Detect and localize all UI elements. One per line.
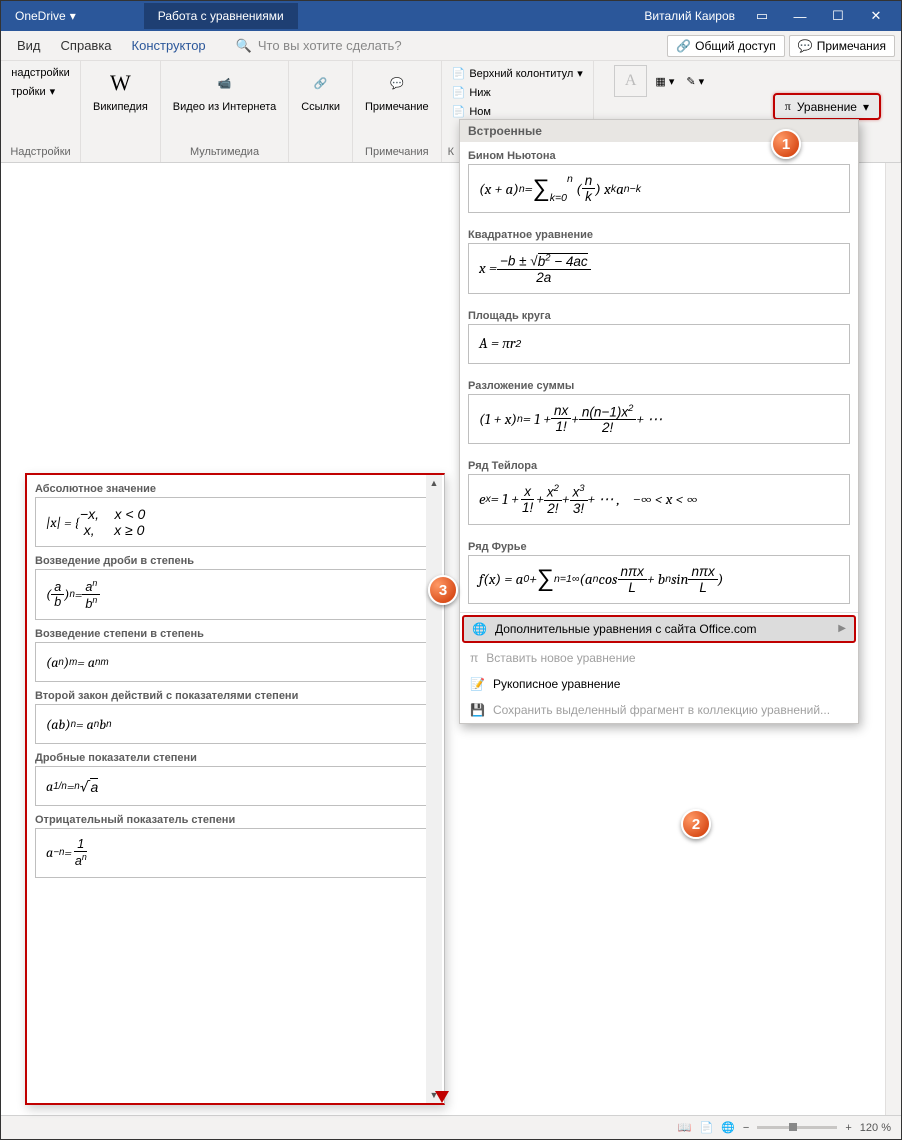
- zoom-value[interactable]: 120 %: [860, 1122, 891, 1134]
- title-bar: OneDrive ▾ Работа с уравнениями Виталий …: [1, 1, 901, 31]
- subitem-fracpow[interactable]: Возведение дроби в степень (ab)n = anbn: [35, 547, 436, 620]
- comments-button[interactable]: 💬 Примечания: [789, 35, 895, 57]
- zoom-in-button[interactable]: +: [845, 1122, 851, 1134]
- red-arrow-down-icon: [435, 1091, 449, 1103]
- badge-1: 1: [771, 129, 801, 159]
- pi-icon: π: [470, 651, 478, 665]
- equation-item-binom[interactable]: Бином Ньютона (x + a)n = ∑k=0n (nk) xkan…: [460, 142, 858, 221]
- save-icon: 💾: [470, 703, 485, 717]
- share-button[interactable]: 🔗 Общий доступ: [667, 35, 785, 57]
- comment-icon: 💬: [798, 39, 813, 53]
- equation-item-fourier[interactable]: Ряд Фурье f(x) = a0 + ∑n=1∞ (an cosnπxL …: [460, 533, 858, 612]
- onedrive-menu[interactable]: OneDrive ▾: [7, 5, 84, 27]
- quick-parts-button[interactable]: ▦ ▾: [651, 73, 678, 90]
- wikipedia-icon: W: [104, 67, 136, 99]
- footer-button[interactable]: 📄 Ниж: [448, 84, 587, 101]
- addins-button[interactable]: надстройки: [7, 65, 74, 81]
- page-number-button[interactable]: 📄 Ном: [448, 103, 587, 120]
- text-box-button[interactable]: A: [614, 65, 648, 97]
- video-icon: 📹: [209, 67, 241, 99]
- search-placeholder: Что вы хотите сделать?: [258, 38, 402, 53]
- status-bar: 📖 📄 🌐 − + 120 %: [1, 1115, 901, 1139]
- submenu-scrollbar[interactable]: ▲ ▼: [426, 475, 442, 1103]
- equation-item-taylor[interactable]: Ряд Тейлора ex = 1 + x1! + x22! + x33! +…: [460, 452, 858, 533]
- subitem-abs[interactable]: Абсолютное значение |x| = { −x, x < 0 x,…: [35, 475, 436, 547]
- equation-item-sumexp[interactable]: Разложение суммы (1 + x)n = 1 + nx1! + n…: [460, 372, 858, 453]
- maximize-button[interactable]: ☐: [819, 1, 857, 31]
- save-to-gallery[interactable]: 💾 Сохранить выделенный фрагмент в коллек…: [460, 697, 858, 723]
- pi-icon: π: [785, 99, 791, 114]
- zoom-slider[interactable]: [757, 1126, 837, 1129]
- subitem-fracexp[interactable]: Дробные показатели степени a1/n = n√a: [35, 744, 436, 806]
- addins-button-2[interactable]: тройки ▾: [7, 83, 74, 100]
- links-button[interactable]: 🔗 Ссылки: [295, 65, 346, 115]
- tab-view[interactable]: Вид: [7, 34, 51, 57]
- ribbon-options-button[interactable]: ▭: [743, 1, 781, 31]
- close-button[interactable]: ✕: [857, 1, 895, 31]
- comment-icon: 💬: [381, 67, 413, 99]
- link-icon: 🔗: [305, 67, 337, 99]
- subitem-prodpow[interactable]: Второй закон действий с показателями сте…: [35, 682, 436, 744]
- equation-button[interactable]: π Уравнение ▾: [773, 93, 881, 120]
- ink-equation[interactable]: 📝 Рукописное уравнение: [460, 671, 858, 697]
- zoom-out-button[interactable]: −: [743, 1122, 749, 1134]
- chevron-down-icon: ▾: [863, 100, 869, 114]
- insert-new-equation[interactable]: π Вставить новое уравнение: [460, 645, 858, 671]
- chevron-down-icon: ▾: [70, 9, 76, 23]
- view-web-icon[interactable]: 🌐: [721, 1121, 735, 1134]
- online-video-button[interactable]: 📹 Видео из Интернета: [167, 65, 282, 115]
- tab-constructor[interactable]: Конструктор: [122, 34, 216, 57]
- equation-item-circle[interactable]: Площадь круга A = πr2: [460, 302, 858, 372]
- equation-tools-tab[interactable]: Работа с уравнениями: [144, 3, 298, 29]
- comment-button[interactable]: 💬 Примечание: [359, 65, 435, 115]
- wikipedia-button[interactable]: W Википедия: [87, 65, 154, 115]
- equation-dropdown: Встроенные Бином Ньютона (x + a)n = ∑k=0…: [459, 119, 859, 724]
- menu-bar: Вид Справка Конструктор 🔍 Что вы хотите …: [1, 31, 901, 61]
- document-scrollbar[interactable]: [885, 163, 901, 1115]
- view-print-icon[interactable]: 📄: [700, 1121, 714, 1134]
- scroll-up-icon[interactable]: ▲: [426, 475, 442, 491]
- more-equations-office[interactable]: 🌐 Дополнительные уравнения с сайта Offic…: [462, 615, 856, 643]
- minimize-button[interactable]: —: [781, 1, 819, 31]
- search-icon: 🔍: [236, 38, 252, 54]
- tell-me-search[interactable]: 🔍 Что вы хотите сделать?: [216, 38, 664, 54]
- globe-icon: 🌐: [472, 622, 487, 636]
- tab-help[interactable]: Справка: [51, 34, 122, 57]
- view-read-icon[interactable]: 📖: [678, 1121, 692, 1134]
- badge-3: 3: [428, 575, 458, 605]
- header-button[interactable]: 📄 Верхний колонтитул ▾: [448, 65, 587, 82]
- subitem-negexp[interactable]: Отрицательный показатель степени a−n = 1…: [35, 806, 436, 877]
- share-icon: 🔗: [676, 39, 691, 53]
- subitem-powpow[interactable]: Возведение степени в степень (an)m = anm: [35, 620, 436, 682]
- chevron-right-icon: ▶: [838, 623, 846, 634]
- equation-item-quadratic[interactable]: Квадратное уравнение x = −b ± √b2 − 4ac2…: [460, 221, 858, 302]
- group-addins-label: Надстройки: [10, 144, 70, 160]
- signature-button[interactable]: ✎ ▾: [682, 73, 708, 90]
- badge-2: 2: [681, 809, 711, 839]
- equation-submenu: Абсолютное значение |x| = { −x, x < 0 x,…: [25, 473, 445, 1105]
- ink-icon: 📝: [470, 677, 485, 691]
- user-name[interactable]: Виталий Каиров: [636, 9, 743, 23]
- onedrive-label: OneDrive: [15, 9, 66, 23]
